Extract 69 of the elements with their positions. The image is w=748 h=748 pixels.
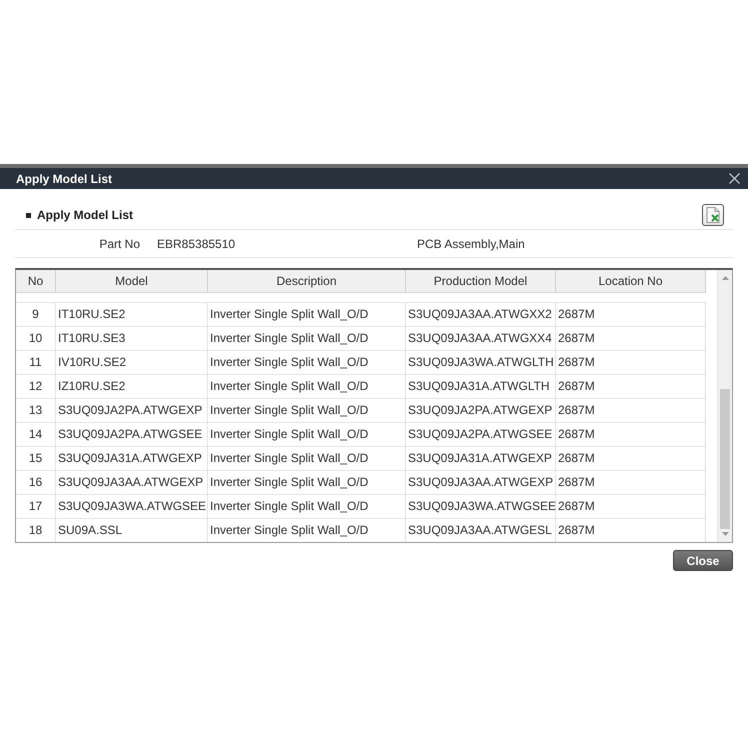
table-cell: 2687M: [556, 519, 706, 542]
table-cell: 12: [16, 375, 56, 398]
table-cell: 17: [16, 495, 56, 518]
scroll-up-arrow-icon[interactable]: [722, 276, 728, 280]
table-cell: 10: [16, 327, 56, 350]
dialog-title: Apply Model List: [16, 172, 112, 186]
table-cell: 16: [16, 471, 56, 494]
table-cell: S3UQ09JA31A.ATWGLTH: [406, 375, 556, 398]
table-cell: S3UQ09JA31A.ATWGEXP: [56, 447, 208, 470]
column-header[interactable]: No: [16, 270, 56, 292]
section-title: Apply Model List: [37, 208, 133, 222]
table-cell: 11: [16, 351, 56, 374]
table-cell: S3UQ09JA3AA.ATWGEXP: [56, 471, 208, 494]
column-header[interactable]: Production Model: [406, 270, 556, 292]
table-cell: 2687M: [556, 399, 706, 422]
part-no-label: Part No: [98, 236, 140, 250]
scrollbar-thumb[interactable]: [720, 389, 730, 529]
close-icon[interactable]: [729, 173, 740, 184]
table-cell: 13: [16, 399, 56, 422]
table-cell: S3UQ09JA3AA.ATWGXX4: [406, 327, 556, 350]
table-cell: 2687M: [556, 327, 706, 350]
table-cell: IT10RU.SE3: [56, 327, 208, 350]
table-cell: S3UQ09JA3AA.ATWGEXP: [406, 471, 556, 494]
table-cell: 18: [16, 519, 56, 542]
table-cell: S3UQ09JA2PA.ATWGEXP: [56, 399, 208, 422]
table-cell: Inverter Single Split Wall_O/D: [208, 495, 406, 518]
table-cell: IV10RU.SE2: [56, 351, 208, 374]
table-cell: S3UQ09JA31A.ATWGEXP: [406, 447, 556, 470]
table-cell: Inverter Single Split Wall_O/D: [208, 423, 406, 446]
scrollbar-track[interactable]: [717, 270, 732, 542]
table-cell: S3UQ09JA3AA.ATWGXX2: [406, 303, 556, 326]
table-cell: 2687M: [556, 495, 706, 518]
table-cell: S3UQ09JA2PA.ATWGEXP: [406, 399, 556, 422]
table-cell: S3UQ09JA3WA.ATWGLTH: [406, 351, 556, 374]
bullet-icon: [26, 212, 31, 218]
table-cell: IZ10RU.SE2: [56, 375, 208, 398]
table-cell: 2687M: [556, 447, 706, 470]
table-cell: SU09A.SSL: [56, 519, 208, 542]
table-cell: 14: [16, 423, 56, 446]
column-header[interactable]: Model: [56, 270, 208, 292]
table-cell: 2687M: [556, 303, 706, 326]
table-cell: 2687M: [556, 375, 706, 398]
table-cell: S3UQ09JA3AA.ATWGESL: [406, 519, 556, 542]
column-header[interactable]: Description: [208, 270, 406, 292]
table-cell: Inverter Single Split Wall_O/D: [208, 399, 406, 422]
table-cell: Inverter Single Split Wall_O/D: [208, 447, 406, 470]
table-cell: S3UQ09JA3WA.ATWGSEE: [56, 495, 208, 518]
close-button[interactable]: Close: [673, 550, 733, 571]
export-button[interactable]: [702, 204, 724, 226]
part-no-value: EBR85385510: [157, 236, 236, 250]
part-description: PCB Assembly,Main: [417, 236, 525, 250]
spreadsheet-file-icon: [706, 207, 720, 223]
table-cell: 2687M: [556, 423, 706, 446]
table-cell: Inverter Single Split Wall_O/D: [208, 327, 406, 350]
table-cell: S3UQ09JA2PA.ATWGSEE: [56, 423, 208, 446]
table-cell: 9: [16, 303, 56, 326]
column-header[interactable]: Location No: [556, 270, 706, 292]
table-cell: 15: [16, 447, 56, 470]
table-cell: Inverter Single Split Wall_O/D: [208, 375, 406, 398]
scroll-down-arrow-icon[interactable]: [722, 532, 728, 536]
table-cell: 2687M: [556, 351, 706, 374]
table-cell: Inverter Single Split Wall_O/D: [208, 303, 406, 326]
table-cell: Inverter Single Split Wall_O/D: [208, 351, 406, 374]
table-cell: S3UQ09JA3WA.ATWGSEE: [406, 495, 556, 518]
table-cell: 2687M: [556, 471, 706, 494]
table-cell: Inverter Single Split Wall_O/D: [208, 471, 406, 494]
table-cell: Inverter Single Split Wall_O/D: [208, 519, 406, 542]
table-cell: IT10RU.SE2: [56, 303, 208, 326]
table-cell: S3UQ09JA2PA.ATWGSEE: [406, 423, 556, 446]
